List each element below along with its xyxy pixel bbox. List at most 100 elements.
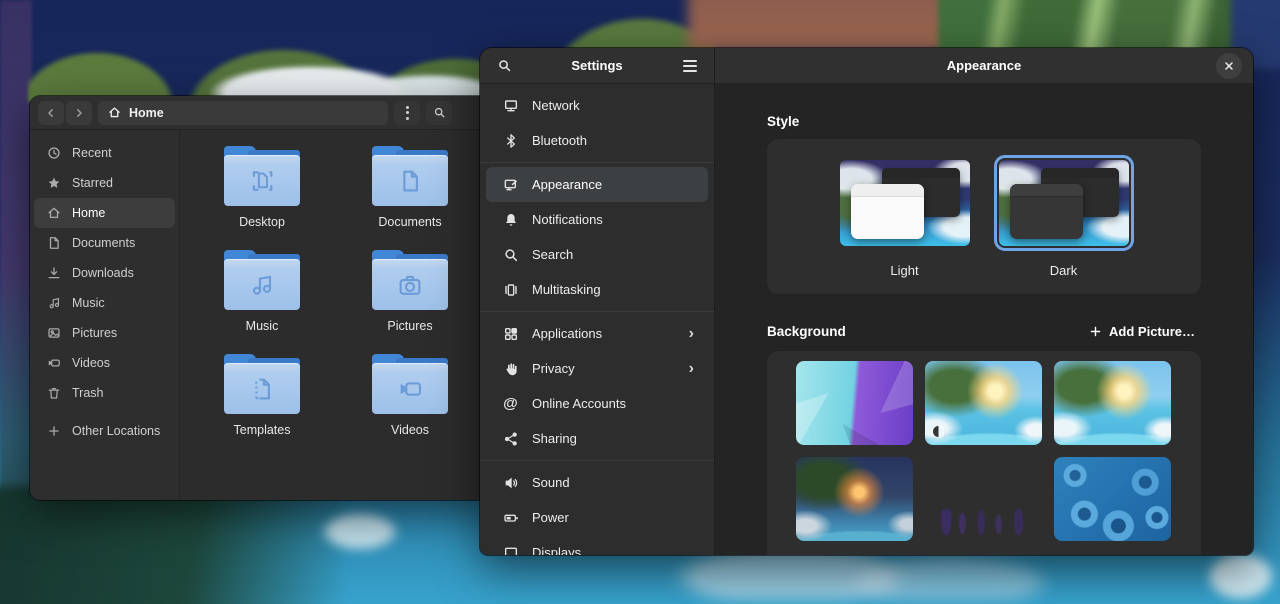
sidebar-item-downloads[interactable]: Downloads: [34, 258, 175, 288]
wallpaper-thumb-landscape-day[interactable]: [1054, 361, 1171, 445]
sidebar-item-videos[interactable]: Videos: [34, 348, 175, 378]
settings-item-online-accounts[interactable]: @ Online Accounts: [486, 386, 708, 421]
search-icon: [497, 58, 512, 73]
folder-videos[interactable]: Videos: [336, 354, 484, 458]
path-bar[interactable]: Home: [98, 101, 388, 125]
separator: [480, 162, 714, 163]
sidebar-item-label: Pictures: [72, 326, 117, 340]
style-dark-frame-selected: [994, 155, 1134, 251]
settings-search-button[interactable]: [490, 53, 518, 79]
bluetooth-icon: [502, 133, 519, 149]
add-picture-button[interactable]: Add Picture…: [1083, 320, 1201, 343]
menu-button[interactable]: [394, 101, 420, 125]
share-icon: [502, 431, 519, 447]
settings-item-network[interactable]: Network: [486, 88, 708, 123]
style-option-light[interactable]: Light: [835, 155, 975, 278]
settings-item-bluetooth[interactable]: Bluetooth: [486, 123, 708, 158]
settings-item-applications[interactable]: Applications ›: [486, 316, 708, 351]
mini-window-front-light: [851, 184, 924, 239]
settings-item-appearance[interactable]: Appearance: [486, 167, 708, 202]
back-button[interactable]: [38, 101, 64, 125]
add-picture-label: Add Picture…: [1109, 324, 1195, 339]
wallpaper-thumb-winter-dusk[interactable]: [925, 457, 1042, 541]
sidebar-item-other-locations[interactable]: Other Locations: [34, 416, 175, 446]
chevron-right-icon: [73, 107, 85, 119]
home-icon: [108, 106, 121, 119]
clock-icon: [46, 146, 62, 160]
wallpaper-thumb-landscape-day[interactable]: [925, 361, 1042, 445]
settings-item-label: Applications: [532, 326, 602, 341]
folder-label: Desktop: [239, 215, 285, 229]
settings-item-notifications[interactable]: Notifications: [486, 202, 708, 237]
folder-icon: [224, 354, 300, 414]
sidebar-item-label: Other Locations: [72, 424, 160, 438]
sidebar-item-trash[interactable]: Trash: [34, 378, 175, 408]
folder-icon: [372, 146, 448, 206]
settings-nav-list: Network Bluetooth Appearance Notificatio…: [480, 84, 714, 555]
appearance-headerbar: Appearance: [715, 48, 1253, 84]
settings-item-multitasking[interactable]: Multitasking: [486, 272, 708, 307]
trash-icon: [46, 386, 62, 400]
sidebar-item-starred[interactable]: Starred: [34, 168, 175, 198]
wallpaper-thumb-blue-knots[interactable]: [1054, 457, 1171, 541]
wallpaper-rust-patch: [688, 0, 968, 52]
settings-item-label: Multitasking: [532, 282, 601, 297]
settings-title: Settings: [518, 58, 676, 73]
folder-music[interactable]: Music: [188, 250, 336, 354]
day-night-badge-icon: [932, 425, 945, 438]
settings-item-label: Sound: [532, 475, 570, 490]
settings-item-displays[interactable]: Displays: [486, 535, 708, 555]
sidebar-item-documents[interactable]: Documents: [34, 228, 175, 258]
folder-icon: [224, 146, 300, 206]
sidebar-item-label: Videos: [72, 356, 110, 370]
style-option-label: Dark: [1050, 263, 1077, 278]
settings-menu-button[interactable]: [676, 53, 704, 79]
desktop-glyph-icon: [247, 166, 277, 196]
sidebar-item-label: Music: [72, 296, 105, 310]
close-button[interactable]: [1216, 53, 1242, 79]
folder-label: Music: [246, 319, 279, 333]
wallpaper-thumb-geometric-blobs[interactable]: [796, 361, 913, 445]
template-glyph-icon: [247, 374, 277, 404]
app-grid-icon: [502, 326, 519, 342]
sidebar-item-label: Downloads: [72, 266, 134, 280]
document-icon: [46, 236, 62, 250]
files-search-button[interactable]: [426, 101, 452, 125]
settings-item-sound[interactable]: Sound: [486, 465, 708, 500]
sidebar-item-label: Recent: [72, 146, 112, 160]
settings-item-privacy[interactable]: Privacy ›: [486, 351, 708, 386]
folder-label: Videos: [391, 423, 429, 437]
settings-item-label: Power: [532, 510, 569, 525]
background-heading: Background: [767, 324, 846, 339]
style-option-dark[interactable]: Dark: [994, 155, 1134, 278]
settings-item-power[interactable]: Power: [486, 500, 708, 535]
forward-button[interactable]: [66, 101, 92, 125]
image-icon: [46, 326, 62, 340]
settings-item-sharing[interactable]: Sharing: [486, 421, 708, 456]
chevron-right-icon: ›: [689, 361, 694, 377]
files-headerbar: Home: [30, 96, 500, 130]
sidebar-item-music[interactable]: Music: [34, 288, 175, 318]
folder-pictures[interactable]: Pictures: [336, 250, 484, 354]
separator: [480, 311, 714, 312]
sidebar-item-label: Trash: [72, 386, 104, 400]
hand-icon: [502, 361, 519, 377]
files-sidebar: Recent Starred Home Documents Downloads: [30, 130, 180, 500]
sidebar-item-label: Documents: [72, 236, 135, 250]
star-icon: [46, 176, 62, 190]
sidebar-item-label: Starred: [72, 176, 113, 190]
folder-templates[interactable]: Templates: [188, 354, 336, 458]
wallpaper-thumb-landscape-night[interactable]: [796, 457, 913, 541]
appearance-icon: [502, 177, 519, 193]
settings-item-search[interactable]: Search: [486, 237, 708, 272]
sidebar-item-home[interactable]: Home: [34, 198, 175, 228]
bell-icon: [502, 212, 519, 228]
folder-documents[interactable]: Documents: [336, 146, 484, 250]
sidebar-item-pictures[interactable]: Pictures: [34, 318, 175, 348]
folder-icon: [372, 354, 448, 414]
settings-item-label: Privacy: [532, 361, 575, 376]
settings-item-label: Search: [532, 247, 573, 262]
sidebar-item-recent[interactable]: Recent: [34, 138, 175, 168]
style-dark-preview: [999, 160, 1129, 246]
folder-desktop[interactable]: Desktop: [188, 146, 336, 250]
